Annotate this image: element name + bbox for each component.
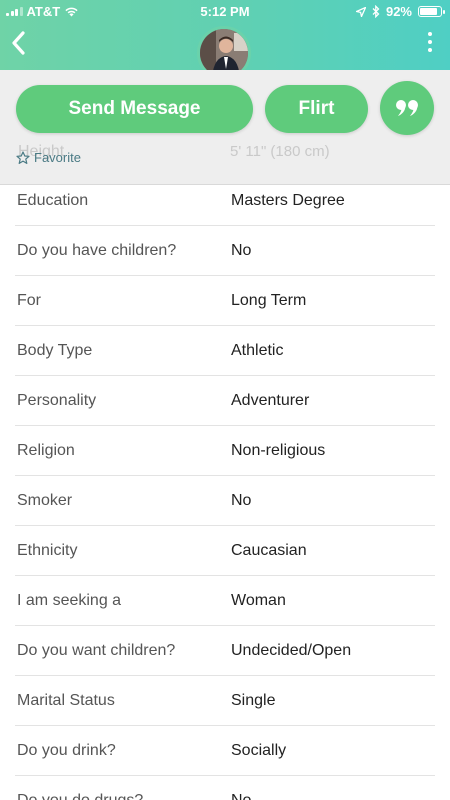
profile-detail-row: Body Type Athletic bbox=[15, 326, 435, 376]
profile-detail-row: Religion Non-religious bbox=[15, 426, 435, 476]
detail-label: Body Type bbox=[17, 342, 93, 359]
more-options-button[interactable] bbox=[424, 32, 436, 58]
profile-detail-row: Smoker No bbox=[15, 476, 435, 526]
quote-button[interactable] bbox=[380, 81, 434, 135]
detail-value: Undecided/Open bbox=[231, 642, 352, 659]
detail-label: Do you have children? bbox=[17, 242, 177, 259]
send-message-button[interactable]: Send Message bbox=[16, 85, 253, 133]
detail-label: Education bbox=[17, 192, 89, 209]
status-bar: AT&T 5:12 PM 92% bbox=[0, 0, 450, 22]
favorite-label: Favorite bbox=[34, 150, 81, 165]
detail-value: Woman bbox=[231, 592, 286, 609]
detail-value: Single bbox=[231, 692, 276, 709]
profile-detail-row: I am seeking a Woman bbox=[15, 576, 435, 626]
detail-value: Socially bbox=[231, 742, 287, 759]
detail-value: Adventurer bbox=[231, 392, 310, 409]
profile-detail-row: Do you want children? Undecided/Open bbox=[15, 626, 435, 676]
detail-label: Smoker bbox=[17, 492, 73, 509]
detail-value: Athletic bbox=[231, 342, 284, 359]
quote-icon bbox=[396, 100, 418, 116]
flirt-label: Flirt bbox=[298, 98, 335, 119]
height-value: 5' 11" (180 cm) bbox=[230, 143, 330, 160]
more-vertical-icon bbox=[424, 32, 436, 52]
detail-value: Long Term bbox=[231, 292, 307, 309]
detail-value: No bbox=[231, 792, 251, 800]
detail-value: Non-religious bbox=[231, 442, 326, 459]
detail-label: I am seeking a bbox=[17, 592, 122, 609]
favorite-button[interactable]: Favorite bbox=[16, 150, 81, 165]
profile-detail-row: Ethnicity Caucasian bbox=[15, 526, 435, 576]
battery-icon bbox=[418, 6, 445, 17]
battery-percent: 92% bbox=[385, 4, 412, 19]
profile-details-list: Education Masters Degree Do you have child… bbox=[0, 176, 450, 800]
detail-label: Do you do drugs? bbox=[17, 792, 143, 800]
detail-value: No bbox=[231, 242, 252, 259]
chevron-left-icon bbox=[12, 31, 25, 55]
profile-detail-row: Do you drink? Socially bbox=[15, 726, 435, 776]
send-message-label: Send Message bbox=[68, 98, 201, 119]
profile-detail-row: Education Masters Degree bbox=[15, 176, 435, 226]
detail-value: Caucasian bbox=[231, 542, 307, 559]
profile-detail-row: Do you do drugs? No bbox=[15, 776, 435, 800]
profile-detail-row: Personality Adventurer bbox=[15, 376, 435, 426]
flirt-button[interactable]: Flirt bbox=[265, 85, 368, 133]
battery-fill bbox=[420, 8, 438, 15]
star-outline-icon bbox=[16, 150, 30, 164]
detail-label: Personality bbox=[17, 392, 97, 409]
back-button[interactable] bbox=[8, 30, 34, 58]
detail-label: Do you drink? bbox=[17, 742, 116, 759]
profile-detail-row: For Long Term bbox=[15, 276, 435, 326]
detail-label: Ethnicity bbox=[17, 542, 78, 559]
detail-label: For bbox=[17, 292, 41, 309]
detail-value: Masters Degree bbox=[231, 192, 345, 209]
detail-label: Marital Status bbox=[17, 692, 115, 709]
status-right: 92% bbox=[355, 4, 445, 19]
detail-value: No bbox=[231, 492, 252, 509]
profile-detail-row: Do you have children? No bbox=[15, 226, 435, 276]
location-arrow-icon bbox=[355, 6, 366, 17]
detail-label: Religion bbox=[17, 442, 75, 459]
bluetooth-icon bbox=[372, 5, 380, 18]
detail-label: Do you want children? bbox=[17, 642, 176, 659]
profile-detail-row: Marital Status Single bbox=[15, 676, 435, 726]
